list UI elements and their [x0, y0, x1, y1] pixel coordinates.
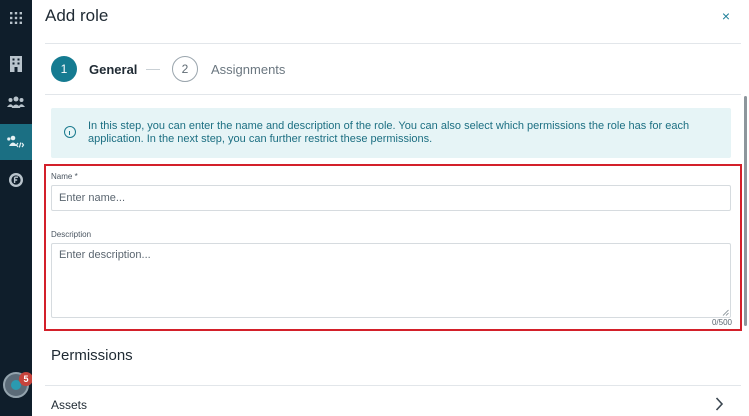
info-banner: In this step, you can enter the name and… [51, 108, 731, 158]
circle-f-icon [9, 173, 23, 187]
resize-grip-icon[interactable] [722, 309, 729, 316]
step-1-indicator: 1 [51, 56, 77, 82]
side-navigation-rail: 5 [0, 0, 33, 416]
nav-organization-button[interactable] [0, 46, 32, 82]
description-input[interactable] [51, 243, 731, 318]
apps-launcher-button[interactable] [0, 0, 32, 36]
step-2-label[interactable]: Assignments [211, 62, 285, 77]
step-2-indicator[interactable]: 2 [172, 56, 198, 82]
page-title: Add role [45, 6, 109, 25]
stepper-divider [45, 94, 741, 95]
users-code-icon [7, 135, 25, 148]
grid-apps-icon [10, 12, 22, 24]
step-separator [146, 69, 160, 70]
info-text: In this step, you can enter the name and… [88, 120, 690, 145]
add-role-panel: Add role × 1 General 2 Assignments In th… [32, 0, 749, 416]
permissions-divider [45, 385, 741, 386]
permission-row-assets[interactable]: Assets [51, 398, 87, 412]
character-counter: 0/500 [711, 318, 732, 327]
nav-finance-button[interactable] [0, 162, 32, 198]
name-label: Name * [51, 172, 78, 181]
chevron-right-icon[interactable] [713, 396, 725, 412]
step-1-label: General [89, 62, 138, 77]
notification-badge: 5 [19, 372, 33, 386]
scrollbar[interactable] [744, 96, 747, 326]
users-icon [7, 96, 25, 108]
close-icon[interactable]: × [718, 8, 734, 24]
nav-users-button[interactable] [0, 84, 32, 120]
permissions-title: Permissions [51, 347, 133, 364]
description-label: Description [51, 230, 92, 239]
building-icon [10, 56, 22, 72]
name-input[interactable] [51, 185, 731, 211]
info-icon [64, 126, 76, 138]
header-divider [45, 43, 741, 44]
nav-roles-button[interactable] [0, 124, 32, 160]
